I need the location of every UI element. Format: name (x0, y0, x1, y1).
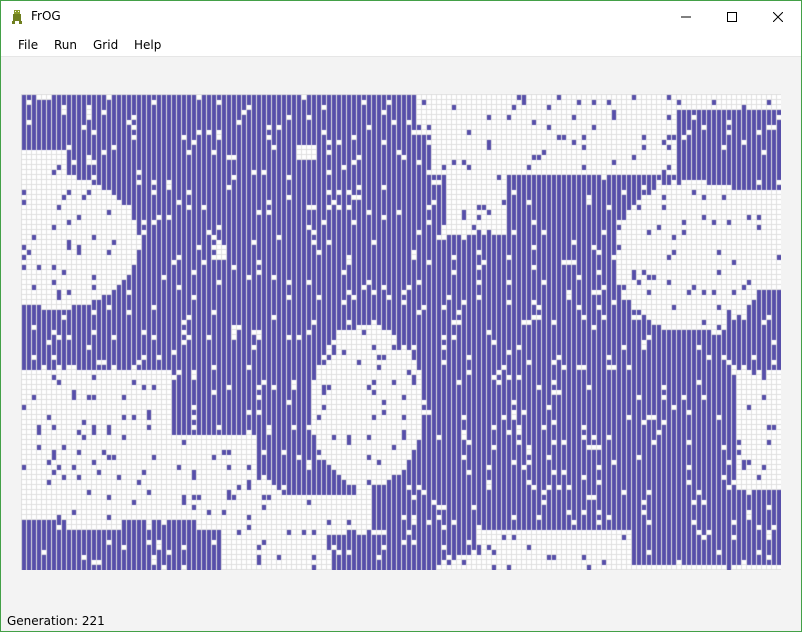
maximize-icon (727, 11, 737, 22)
status-bar: Generation: 221 (7, 614, 105, 628)
menu-file[interactable]: File (18, 38, 38, 52)
frog-app-icon (12, 10, 22, 24)
title-bar[interactable]: FrOG (1, 1, 801, 32)
life-grid-canvas[interactable] (21, 94, 781, 570)
close-button[interactable] (755, 1, 801, 32)
menu-run[interactable]: Run (54, 38, 77, 52)
menu-help[interactable]: Help (134, 38, 161, 52)
close-icon (773, 11, 783, 22)
life-grid[interactable] (21, 94, 781, 570)
window-title: FrOG (31, 9, 61, 23)
generation-label: Generation: (7, 614, 78, 628)
generation-value: 221 (81, 614, 105, 628)
maximize-button[interactable] (709, 1, 755, 32)
menu-bar: File Run Grid Help (1, 32, 801, 57)
app-window: FrOG File Run Grid Help Generation: 221 (0, 0, 802, 632)
minimize-icon (681, 16, 691, 17)
minimize-button[interactable] (663, 1, 709, 32)
menu-grid[interactable]: Grid (93, 38, 118, 52)
